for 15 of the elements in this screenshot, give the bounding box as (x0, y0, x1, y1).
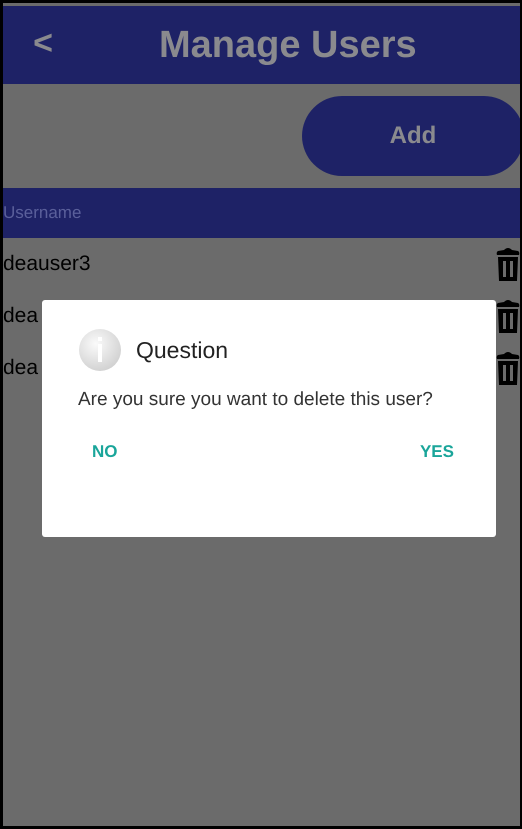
dialog-button[interactable]: NO (78, 436, 132, 468)
trash-icon[interactable] (496, 350, 520, 386)
dialog-button[interactable]: YES (406, 436, 462, 468)
dialog-message: Are you sure you want to delete this user? (78, 388, 434, 412)
username-cell: dea (3, 304, 38, 328)
column-header: Username (3, 203, 82, 223)
username-cell: deauser3 (3, 252, 91, 276)
page-title: Manage Users (159, 24, 417, 66)
trash-icon[interactable] (496, 246, 520, 282)
back-button[interactable]: < (3, 24, 83, 66)
add-button[interactable]: Add (302, 96, 520, 176)
trash-icon[interactable] (496, 298, 520, 334)
username-cell: dea (3, 356, 38, 380)
dialog-title: Question (136, 336, 228, 364)
info-icon (78, 328, 122, 372)
